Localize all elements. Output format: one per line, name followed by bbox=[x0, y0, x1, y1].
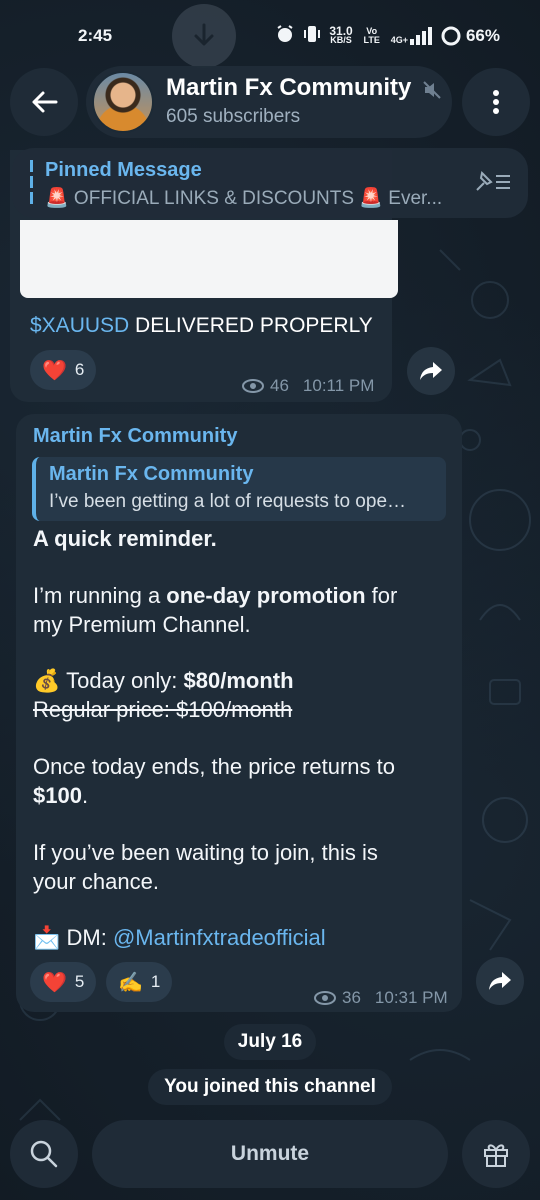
message-line: Regular price: $100/month bbox=[33, 697, 293, 722]
message-text: $XAUUSD DELIVERED PROPERLY bbox=[30, 314, 373, 337]
date-separator: July 16 bbox=[224, 1024, 316, 1060]
message-bubble[interactable]: Martin Fx Community Martin Fx Community … bbox=[16, 414, 462, 1012]
views-eye-icon bbox=[314, 991, 336, 1005]
status-bar: 2:45 31.0 KB/S Vo LTE 4G+ 66% bbox=[0, 0, 540, 72]
heart-icon: ❤️ bbox=[42, 359, 67, 382]
share-button[interactable] bbox=[476, 957, 524, 1005]
search-button[interactable] bbox=[10, 1120, 78, 1188]
unmute-button[interactable]: Unmute bbox=[92, 1120, 448, 1188]
battery-indicator: 66% bbox=[440, 25, 500, 47]
reaction-writing-hand[interactable]: ✍️ 1 bbox=[106, 962, 173, 1002]
message-line: I’m running a one-day promotion for bbox=[33, 583, 398, 608]
quote-author: Martin Fx Community bbox=[49, 463, 254, 485]
reply-quote[interactable]: Martin Fx Community I’ve been getting a … bbox=[32, 457, 446, 521]
channel-title: Martin Fx Community bbox=[166, 74, 412, 101]
muted-icon bbox=[422, 80, 442, 105]
message-line: your chance. bbox=[33, 869, 159, 894]
pinned-text: 🚨 OFFICIAL LINKS & DISCOUNTS 🚨 Ever... bbox=[45, 188, 443, 209]
more-options-button[interactable] bbox=[462, 68, 530, 136]
views-eye-icon bbox=[242, 379, 264, 393]
message-meta: 36 10:31 PM bbox=[314, 988, 448, 1008]
message-line: A quick reminder. bbox=[33, 526, 217, 551]
subscriber-count: 605 subscribers bbox=[166, 106, 301, 127]
quote-text: I’ve been getting a lot of requests to o… bbox=[49, 491, 407, 512]
message-line: 📩 DM: @Martinfxtradeofficial bbox=[33, 925, 326, 950]
message-image[interactable] bbox=[20, 220, 398, 298]
message-line: If you’ve been waiting to join, this is bbox=[33, 840, 378, 865]
back-arrow-icon bbox=[32, 91, 58, 113]
heart-icon: ❤️ bbox=[42, 971, 67, 994]
reaction-heart[interactable]: ❤️ 5 bbox=[30, 962, 97, 1002]
message-meta: 46 10:11 PM bbox=[242, 376, 374, 396]
message-author[interactable]: Martin Fx Community bbox=[33, 425, 237, 448]
dm-handle-link[interactable]: @Martinfxtradeofficial bbox=[113, 925, 326, 950]
pinned-title: Pinned Message bbox=[45, 159, 202, 181]
message-line: 💰 Today only: $80/month bbox=[33, 668, 294, 693]
message-line: $100. bbox=[33, 783, 89, 808]
network-speed: 31.0 KB/S bbox=[329, 24, 353, 45]
money-bag-icon: 💰 bbox=[33, 668, 61, 693]
channel-info[interactable]: Martin Fx Community 605 subscribers bbox=[86, 66, 452, 138]
pinned-list-icon[interactable] bbox=[474, 170, 512, 199]
alarm-icon bbox=[275, 24, 295, 49]
writing-hand-icon: ✍️ bbox=[118, 971, 143, 994]
message-line: Once today ends, the price returns to bbox=[33, 754, 395, 779]
pinned-message-bar[interactable]: Pinned Message 🚨 OFFICIAL LINKS & DISCOU… bbox=[12, 148, 528, 218]
message-line: my Premium Channel. bbox=[33, 612, 251, 637]
cashtag-link[interactable]: $XAUUSD bbox=[30, 314, 129, 337]
envelope-icon: 📩 bbox=[33, 925, 61, 950]
service-message: You joined this channel bbox=[148, 1069, 392, 1105]
pinned-indicator bbox=[30, 160, 33, 206]
search-icon bbox=[30, 1140, 58, 1168]
battery-ring-icon bbox=[441, 26, 461, 46]
share-button[interactable] bbox=[407, 347, 455, 395]
chat-header: Martin Fx Community 605 subscribers bbox=[10, 66, 530, 138]
channel-avatar[interactable] bbox=[92, 71, 154, 133]
back-button[interactable] bbox=[10, 68, 78, 136]
gift-icon bbox=[484, 1144, 508, 1167]
share-arrow-icon bbox=[489, 972, 511, 990]
bottom-bar: Unmute bbox=[0, 1118, 540, 1200]
vibrate-icon bbox=[303, 24, 321, 49]
reaction-heart[interactable]: ❤️ 6 bbox=[30, 350, 97, 390]
status-time: 2:45 bbox=[78, 26, 113, 45]
download-icon bbox=[172, 4, 236, 68]
share-arrow-icon bbox=[420, 362, 442, 380]
signal-icon: 4G+ bbox=[391, 27, 432, 45]
gift-button[interactable] bbox=[462, 1120, 530, 1188]
volte-indicator: Vo LTE bbox=[363, 26, 380, 45]
more-vertical-icon bbox=[493, 90, 499, 114]
